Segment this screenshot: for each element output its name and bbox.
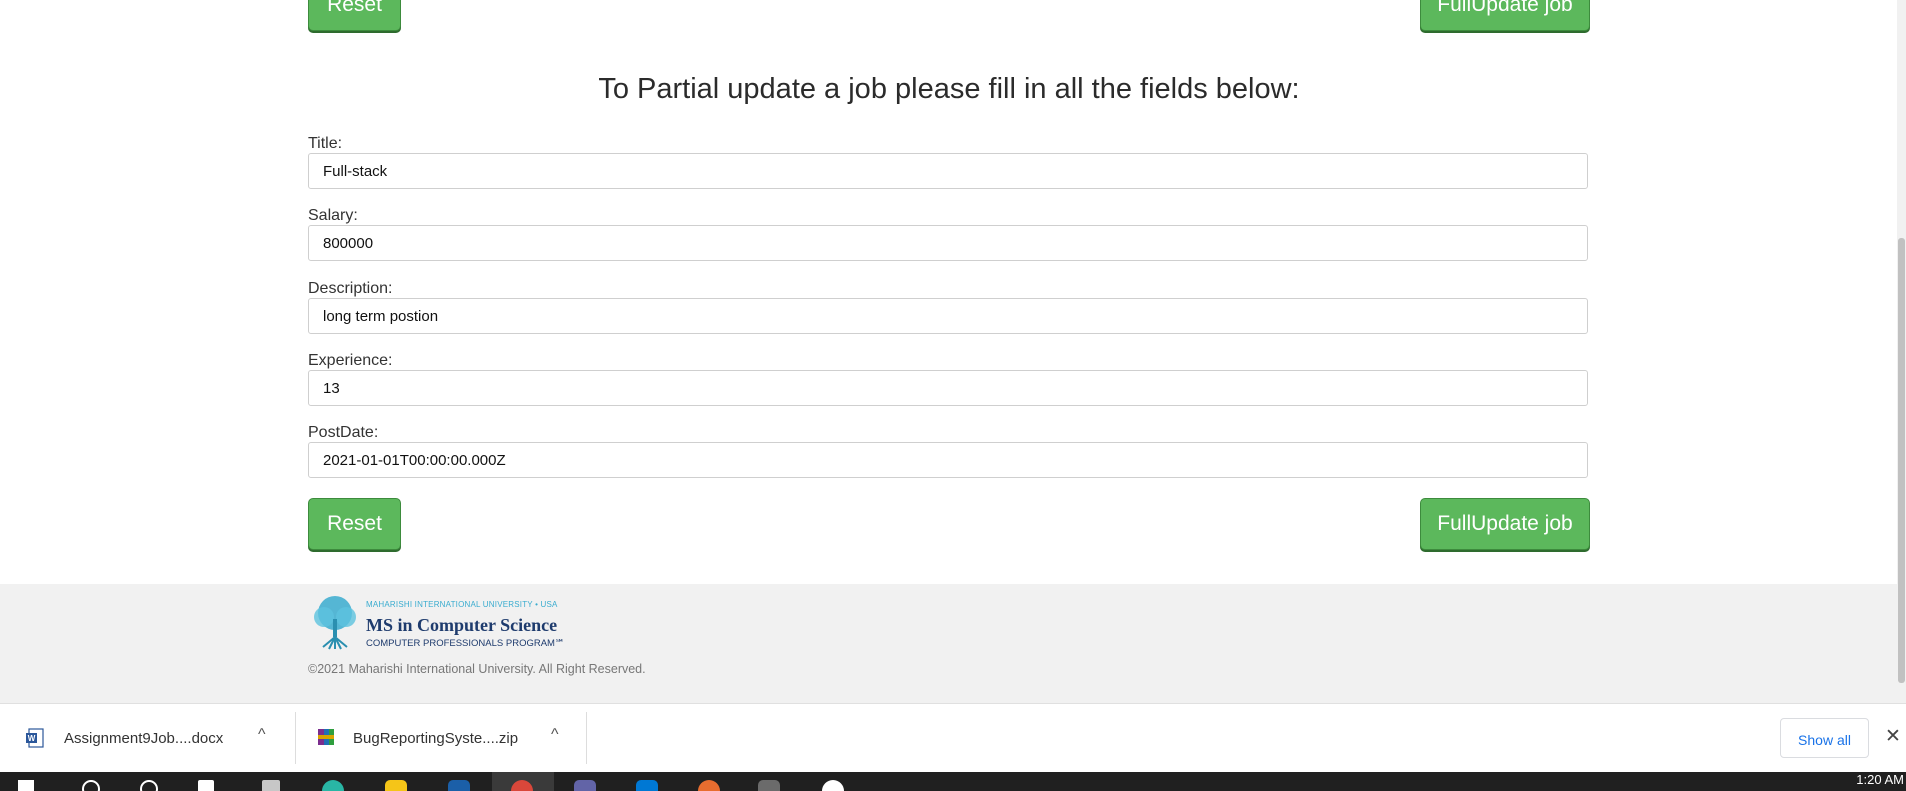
experience-input[interactable]: [308, 370, 1588, 406]
svg-text:W: W: [28, 734, 36, 743]
university-logo: MAHARISHI INTERNATIONAL UNIVERSITY • USA…: [308, 593, 588, 653]
taskbar: 1:20 AM: [0, 772, 1906, 791]
page-title: To Partial update a job please fill in a…: [598, 73, 1300, 105]
reset-button[interactable]: Reset: [308, 498, 401, 550]
download-item[interactable]: BugReportingSyste....zip ^: [296, 704, 586, 773]
page-scrollbar[interactable]: [1897, 0, 1906, 703]
download-separator: [586, 712, 587, 764]
title-label: Title:: [308, 135, 343, 152]
download-filename: BugReportingSyste....zip: [353, 730, 519, 747]
logo-tagline: MAHARISHI INTERNATIONAL UNIVERSITY • USA: [366, 600, 558, 609]
salary-label: Salary:: [308, 207, 358, 224]
mail-icon[interactable]: [448, 780, 470, 791]
download-item[interactable]: W Assignment9Job....docx ^: [0, 704, 295, 773]
task-view-icon[interactable]: [140, 780, 158, 791]
postdate-input[interactable]: [308, 442, 1588, 478]
salary-input[interactable]: [308, 225, 1588, 261]
file-explorer-icon[interactable]: [385, 780, 407, 791]
logo-title: MS in Computer Science: [366, 615, 558, 635]
download-filename: Assignment9Job....docx: [64, 730, 224, 747]
logo-subtitle: COMPUTER PROFESSIONALS PROGRAM℠: [366, 638, 565, 649]
close-icon[interactable]: ✕: [1885, 725, 1901, 748]
top-button-row: Reset FullUpdate job: [308, 0, 1590, 37]
teams-icon[interactable]: [574, 780, 596, 791]
terminal-icon[interactable]: [758, 780, 780, 791]
full-update-button[interactable]: FullUpdate job: [1420, 498, 1590, 550]
windows-start-icon[interactable]: [18, 780, 34, 791]
chevron-up-icon[interactable]: ^: [258, 726, 266, 744]
search-icon[interactable]: [82, 780, 100, 791]
postman-icon[interactable]: [698, 780, 720, 791]
vscode-icon[interactable]: [636, 780, 658, 791]
clock[interactable]: 1:20 AM: [1856, 772, 1904, 787]
copyright-text: ©2021 Maharishi International University…: [308, 662, 646, 676]
word-doc-icon: W: [26, 728, 44, 748]
full-update-button-top[interactable]: FullUpdate job: [1420, 0, 1590, 31]
store-icon[interactable]: [262, 780, 280, 791]
description-label: Description:: [308, 280, 393, 297]
chevron-up-icon[interactable]: ^: [551, 726, 559, 744]
widgets-icon[interactable]: [198, 780, 214, 791]
page: Reset FullUpdate job To Partial update a…: [0, 0, 1906, 703]
footer: MAHARISHI INTERNATIONAL UNIVERSITY • USA…: [0, 584, 1906, 703]
title-input[interactable]: [308, 153, 1588, 189]
scrollbar-thumb[interactable]: [1898, 238, 1905, 683]
show-all-button[interactable]: Show all: [1780, 718, 1869, 758]
edge-icon[interactable]: [322, 780, 344, 791]
description-input[interactable]: [308, 298, 1588, 334]
app-icon[interactable]: [822, 780, 844, 791]
reset-button-top[interactable]: Reset: [308, 0, 401, 31]
postdate-label: PostDate:: [308, 424, 379, 441]
winrar-zip-icon: [318, 729, 334, 745]
experience-label: Experience:: [308, 352, 393, 369]
tree-logo-icon: [314, 596, 356, 650]
download-bar: W Assignment9Job....docx ^ BugReportingS…: [0, 703, 1906, 773]
